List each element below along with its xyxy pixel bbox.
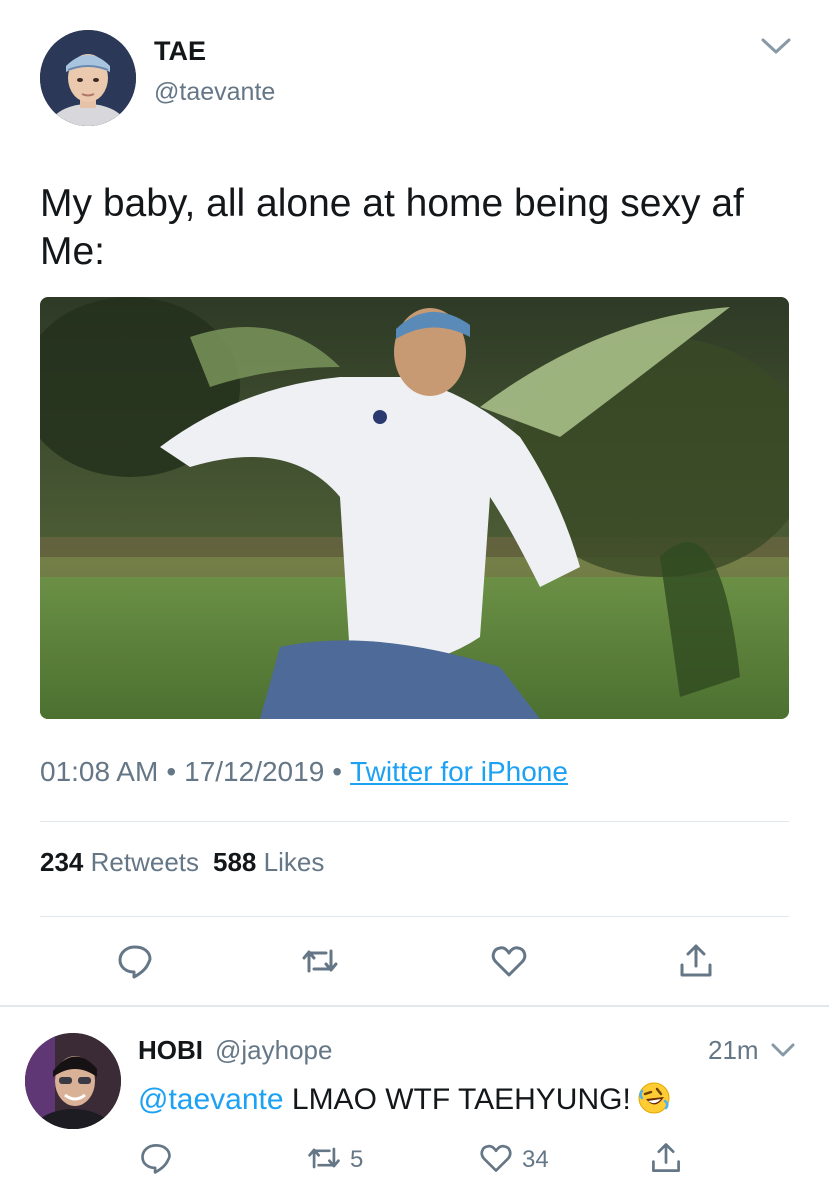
tweet-text-line: Me: [40,230,106,273]
share-icon[interactable] [676,941,716,981]
tweet-time: 01:08 AM [40,756,159,787]
reply-author-name[interactable]: HOBI [138,1035,203,1066]
tweet-media-image[interactable] [40,297,789,719]
chevron-down-icon[interactable] [770,1039,796,1061]
reply-reply-button[interactable] [138,1142,174,1178]
retweet-label: Retweets [90,847,200,877]
reply-retweet-count: 5 [350,1146,364,1173]
divider [40,821,789,822]
chevron-down-icon[interactable] [760,34,792,58]
author-name[interactable]: TAE [154,36,206,67]
retweet-icon[interactable] [300,941,340,981]
reply-author-handle[interactable]: @jayhope [215,1035,332,1066]
tweet-source-link[interactable]: Twitter for iPhone [350,756,568,787]
likes-stat[interactable]: 588 Likes [213,847,324,877]
divider [40,916,789,917]
like-label: Likes [263,847,325,877]
like-count: 588 [213,847,257,877]
main-tweet: TAE @taevante My baby, all alone at home… [0,0,829,1005]
author-handle[interactable]: @taevante [154,78,275,107]
meta-separator: • [332,756,343,787]
tweet-meta: 01:08 AM • 17/12/2019 • Twitter for iPhone [40,756,568,788]
reply-retweet-button[interactable]: 5 [306,1142,363,1178]
reply-icon [138,1140,174,1181]
reply-tweet: HOBI @jayhope 21m @taevante LMAO WTF TAE… [0,1007,829,1200]
rolling-on-floor-laughing-emoji-icon [637,1081,671,1115]
tweet-text: My baby, all alone at home being sexy af… [40,180,800,276]
reply-author-avatar[interactable] [25,1033,121,1129]
meta-separator: • [166,756,177,787]
tweet-text-line: My baby, all alone at home being sexy af [40,182,744,225]
reply-like-count: 34 [522,1146,549,1173]
like-icon [478,1140,514,1181]
share-icon [648,1140,684,1181]
reply-body: LMAO WTF TAEHYUNG! [283,1083,631,1116]
retweet-count: 234 [40,847,84,877]
reply-icon[interactable] [115,941,155,981]
reply-text: @taevante LMAO WTF TAEHYUNG! [138,1081,671,1117]
retweet-icon [306,1140,342,1181]
like-icon[interactable] [489,941,529,981]
retweets-stat[interactable]: 234 Retweets [40,847,199,877]
reply-share-button[interactable] [648,1142,684,1178]
reply-timestamp: 21m [708,1035,759,1065]
tweet-date: 17/12/2019 [184,756,325,787]
tweet-stats: 234 Retweets 588 Likes [40,847,324,878]
mention-link[interactable]: @taevante [138,1083,284,1116]
reply-like-button[interactable]: 34 [478,1142,549,1178]
author-avatar[interactable] [40,30,136,126]
